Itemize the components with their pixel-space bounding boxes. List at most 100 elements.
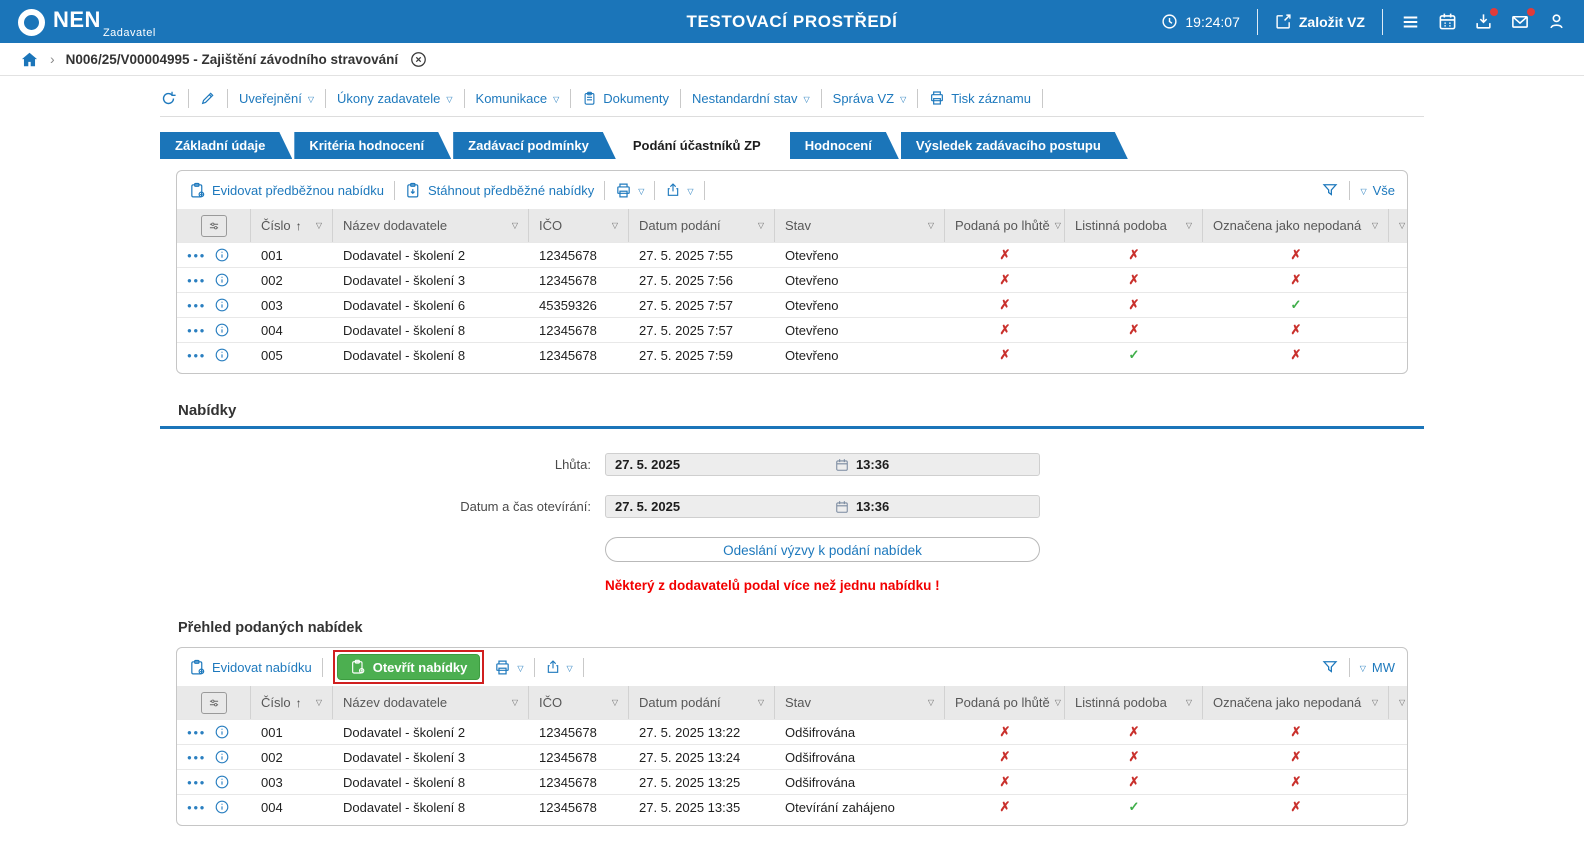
inbox-button[interactable] xyxy=(1474,12,1493,31)
table-row[interactable]: ●●●005Dodavatel - školení 81234567827. 5… xyxy=(177,342,1407,367)
otevirani-date-value[interactable]: 27. 5. 2025 xyxy=(615,499,835,514)
print-table-button[interactable]: ▽ xyxy=(494,659,523,676)
table-row[interactable]: ●●●004Dodavatel - školení 81234567827. 5… xyxy=(177,317,1407,342)
view-filter-dropdown[interactable]: ▽ MW xyxy=(1360,660,1395,675)
cell-nepodana: ✗ xyxy=(1203,243,1389,267)
row-menu-icon[interactable]: ●●● xyxy=(187,326,206,335)
chevron-down-icon[interactable]: ▽ xyxy=(612,221,618,230)
odeslani-vyzvy-button[interactable]: Odeslání výzvy k podání nabídek xyxy=(605,537,1040,562)
view-filter-dropdown[interactable]: ▽ Vše xyxy=(1360,183,1395,198)
chevron-down-icon[interactable]: ▽ xyxy=(1186,698,1192,707)
column-header-nepodana: Označena jako nepodaná▽ xyxy=(1203,209,1389,242)
printer-icon xyxy=(929,90,945,106)
filter-funnel-icon[interactable] xyxy=(1321,658,1339,676)
info-icon[interactable] xyxy=(214,272,230,288)
otevirani-time-value[interactable]: 13:36 xyxy=(856,499,889,514)
tab-podání-účastníků-zp[interactable]: Podání účastníků ZP xyxy=(618,132,788,159)
info-icon[interactable] xyxy=(214,347,230,363)
cell-datum: 27. 5. 2025 13:24 xyxy=(629,745,775,769)
chevron-down-icon[interactable]: ▽ xyxy=(928,221,934,230)
menu-button[interactable] xyxy=(1400,13,1421,31)
otevrit-nabidky-button[interactable]: Otevřít nabídky xyxy=(337,654,481,680)
menu-nestandardni-stav[interactable]: Nestandardní stav▽ xyxy=(692,91,810,106)
cell-nazev: Dodavatel - školení 6 xyxy=(333,293,529,317)
calendar-button[interactable] xyxy=(1438,12,1457,31)
chevron-down-icon[interactable]: ▽ xyxy=(758,221,764,230)
filter-funnel-icon[interactable] xyxy=(1321,181,1339,199)
chevron-down-icon[interactable]: ▽ xyxy=(1186,221,1192,230)
chevron-down-icon[interactable]: ▽ xyxy=(512,698,518,707)
menu-komunikace[interactable]: Komunikace▽ xyxy=(476,91,560,106)
lhuta-field[interactable]: 27. 5. 2025 13:36 xyxy=(605,453,1040,476)
row-menu-icon[interactable]: ●●● xyxy=(187,251,206,260)
chevron-down-icon[interactable]: ▽ xyxy=(512,221,518,230)
chevron-down-icon[interactable]: ▽ xyxy=(316,698,322,707)
chevron-down-icon[interactable]: ▽ xyxy=(1055,221,1061,230)
table-row[interactable]: ●●●004Dodavatel - školení 81234567827. 5… xyxy=(177,794,1407,819)
create-vz-button[interactable]: Založit VZ xyxy=(1275,13,1365,30)
table-row[interactable]: ●●●001Dodavatel - školení 21234567827. 5… xyxy=(177,242,1407,267)
table-row[interactable]: ●●●002Dodavatel - školení 31234567827. 5… xyxy=(177,267,1407,292)
info-icon[interactable] xyxy=(214,749,230,765)
lhuta-date-value[interactable]: 27. 5. 2025 xyxy=(615,457,835,472)
info-icon[interactable] xyxy=(214,799,230,815)
home-icon[interactable] xyxy=(20,50,39,69)
info-icon[interactable] xyxy=(214,247,230,263)
table-row[interactable]: ●●●002Dodavatel - školení 31234567827. 5… xyxy=(177,744,1407,769)
stahnout-predbezne-nabidky-button[interactable]: Stáhnout předběžné nabídky xyxy=(405,182,594,199)
cell-po_lhute: ✗ xyxy=(945,795,1065,819)
session-clock: 19:24:07 xyxy=(1161,13,1240,30)
table-row[interactable]: ●●●001Dodavatel - školení 21234567827. 5… xyxy=(177,719,1407,744)
row-menu-icon[interactable]: ●●● xyxy=(187,301,206,310)
chevron-down-icon[interactable]: ▽ xyxy=(758,698,764,707)
tab-výsledek-zadávacího-postupu[interactable]: Výsledek zadávacího postupu xyxy=(901,132,1128,159)
print-record-button[interactable]: Tisk záznamu xyxy=(929,90,1031,106)
column-settings-icon[interactable] xyxy=(201,215,227,237)
row-menu-icon[interactable]: ●●● xyxy=(187,778,206,787)
chevron-down-icon[interactable]: ▽ xyxy=(1399,698,1405,707)
chevron-down-icon[interactable]: ▽ xyxy=(1372,698,1378,707)
export-table-button[interactable]: ▽ xyxy=(545,659,573,675)
menu-uverejneni[interactable]: Uveřejnění▽ xyxy=(239,91,314,106)
info-icon[interactable] xyxy=(214,297,230,313)
tab-základní-údaje[interactable]: Základní údaje xyxy=(160,132,292,159)
lhuta-time-value[interactable]: 13:36 xyxy=(856,457,889,472)
row-menu-icon[interactable]: ●●● xyxy=(187,803,206,812)
row-menu-icon[interactable]: ●●● xyxy=(187,728,206,737)
user-profile-button[interactable] xyxy=(1547,12,1566,31)
info-icon[interactable] xyxy=(214,724,230,740)
info-icon[interactable] xyxy=(214,774,230,790)
menu-dokumenty[interactable]: Dokumenty xyxy=(582,91,669,106)
chevron-down-icon[interactable]: ▽ xyxy=(1055,698,1061,707)
row-menu-icon[interactable]: ●●● xyxy=(187,351,206,360)
messages-button[interactable] xyxy=(1510,12,1530,31)
tab-kritéria-hodnocení[interactable]: Kritéria hodnocení xyxy=(294,132,451,159)
chevron-down-icon[interactable]: ▽ xyxy=(316,221,322,230)
print-table-button[interactable]: ▽ xyxy=(615,182,644,199)
chevron-down-icon[interactable]: ▽ xyxy=(928,698,934,707)
menu-ukony-zadavatele[interactable]: Úkony zadavatele▽ xyxy=(337,91,453,106)
row-menu-icon[interactable]: ●●● xyxy=(187,276,206,285)
close-tab-icon[interactable] xyxy=(409,50,428,69)
chevron-down-icon[interactable]: ▽ xyxy=(1372,221,1378,230)
evidovat-predbeznou-nabidku-button[interactable]: Evidovat předběžnou nabídku xyxy=(189,182,384,199)
tab-hodnocení[interactable]: Hodnocení xyxy=(790,132,899,159)
refresh-button[interactable] xyxy=(160,90,177,107)
edit-record-button[interactable] xyxy=(200,90,216,106)
sort-asc-icon[interactable]: ↑ xyxy=(296,219,302,233)
chevron-down-icon[interactable]: ▽ xyxy=(1399,221,1405,230)
export-table-button[interactable]: ▽ xyxy=(665,182,693,198)
cell-stav: Otevřeno xyxy=(775,293,945,317)
nen-logo[interactable]: NENZadavatel xyxy=(18,7,156,37)
sort-asc-icon[interactable]: ↑ xyxy=(296,696,302,710)
menu-sprava-vz[interactable]: Správa VZ▽ xyxy=(833,91,907,106)
table-row[interactable]: ●●●003Dodavatel - školení 64535932627. 5… xyxy=(177,292,1407,317)
row-menu-icon[interactable]: ●●● xyxy=(187,753,206,762)
chevron-down-icon[interactable]: ▽ xyxy=(612,698,618,707)
info-icon[interactable] xyxy=(214,322,230,338)
tab-zadávací-podmínky[interactable]: Zadávací podmínky xyxy=(453,132,616,159)
column-settings-icon[interactable] xyxy=(201,692,227,714)
evidovat-nabidku-button[interactable]: Evidovat nabídku xyxy=(189,659,312,676)
otevirani-field[interactable]: 27. 5. 2025 13:36 xyxy=(605,495,1040,518)
table-row[interactable]: ●●●003Dodavatel - školení 81234567827. 5… xyxy=(177,769,1407,794)
